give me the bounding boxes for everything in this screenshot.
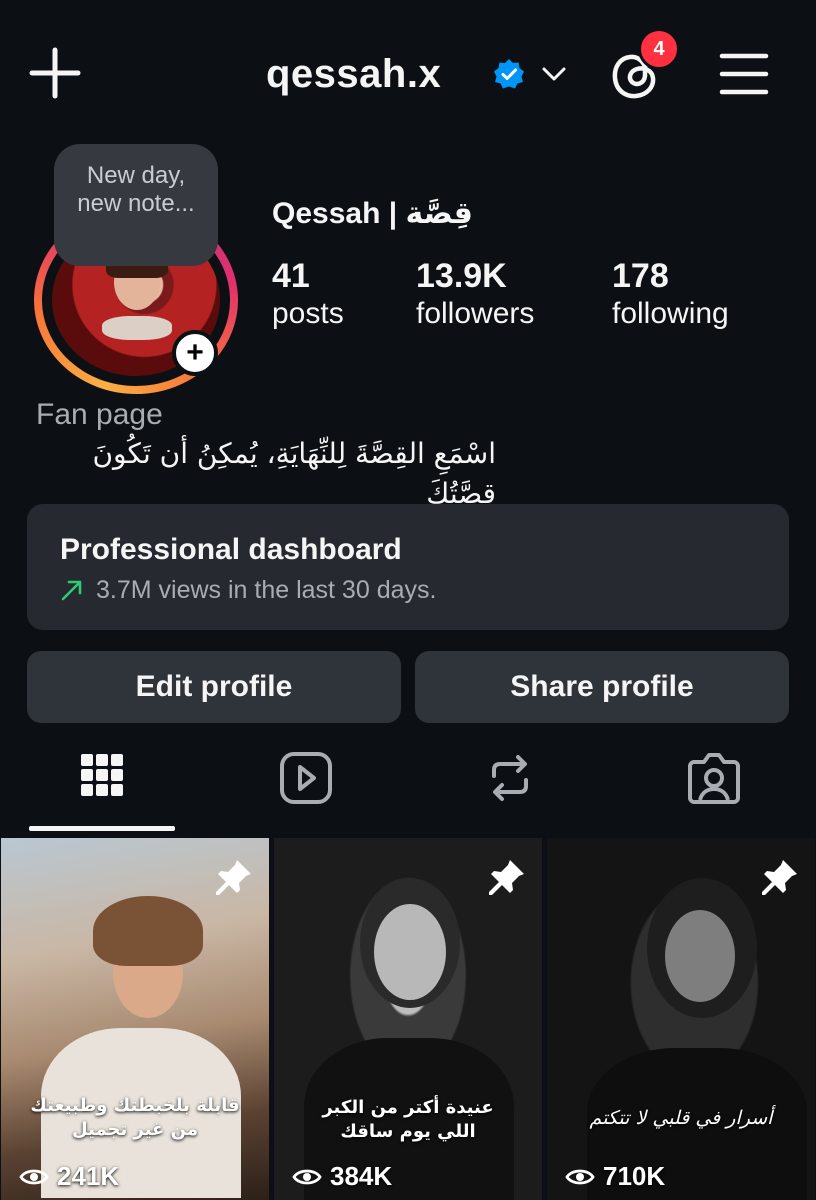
post-views-count: 710K [603,1161,666,1191]
stat-posts[interactable]: 41 posts [272,256,344,332]
note-bubble[interactable]: New day, new note... [54,144,218,266]
eye-icon [19,1169,49,1184]
reposts-icon[interactable] [480,746,540,810]
post-caption-line1: قابلة بلخبطتك وطبيعتك [30,1095,240,1116]
post-caption-line1: عنيدة أكتر من الكبر [322,1097,494,1118]
active-tab-indicator [29,826,175,831]
edit-profile-button[interactable]: Edit profile [27,651,401,723]
stat-following[interactable]: 178 following [612,256,729,332]
profile-category: Fan page [36,398,163,431]
username-title[interactable]: qessah.x [266,46,441,102]
pin-icon [216,860,251,895]
post-views: 384K [292,1161,392,1192]
post-caption-line1: أسرار في قلبي لا تتكتم [589,1107,773,1129]
post-views-count: 384K [330,1161,393,1191]
stat-following-value: 178 [612,257,669,295]
trending-up-icon [61,580,82,601]
post-views: 710K [565,1161,665,1192]
tagged-icon[interactable] [684,746,744,810]
post-views: 241K [19,1161,119,1192]
menu-icon[interactable] [716,46,772,102]
stat-following-label: following [612,297,729,330]
post-tile[interactable]: قابلة بلخبطتك وطبيعتك من غير تجميل 241K [1,838,269,1200]
grid-icon[interactable] [72,746,132,810]
stat-followers-value: 13.9K [416,257,507,295]
post-tile[interactable]: أسرار في قلبي لا تتكتم 710K [547,838,815,1200]
stat-posts-value: 41 [272,257,310,295]
chevron-down-icon[interactable] [540,62,568,86]
eye-icon [292,1169,322,1184]
share-profile-button[interactable]: Share profile [415,651,789,723]
post-caption-line2: اللي يوم ساقك [340,1121,476,1142]
post-tile[interactable]: عنيدة أكتر من الكبر اللي يوم ساقك 384K [274,838,542,1200]
dashboard-subtitle: 3.7M views in the last 30 days. [96,576,437,604]
plus-icon[interactable] [26,44,84,102]
stat-followers-label: followers [416,297,535,330]
dashboard-title: Professional dashboard [60,533,402,566]
verified-icon [494,59,524,89]
pin-icon [489,860,524,895]
post-caption-line2: من غير تجميل [72,1119,198,1140]
stat-followers[interactable]: 13.9K followers [416,256,534,332]
add-story-button[interactable]: + [172,330,218,376]
reels-icon[interactable] [276,746,336,810]
eye-icon [565,1169,595,1184]
profile-bio: اسْمَعِ القِصَّةَ لِلنِّهَايَةِ، يُمكِنُ… [92,437,496,510]
display-name: Qessah | قِصَّة [272,197,473,230]
stat-posts-label: posts [272,297,344,330]
pin-icon [762,860,797,895]
notification-badge[interactable]: 4 [638,28,680,70]
post-views-count: 241K [57,1161,120,1191]
